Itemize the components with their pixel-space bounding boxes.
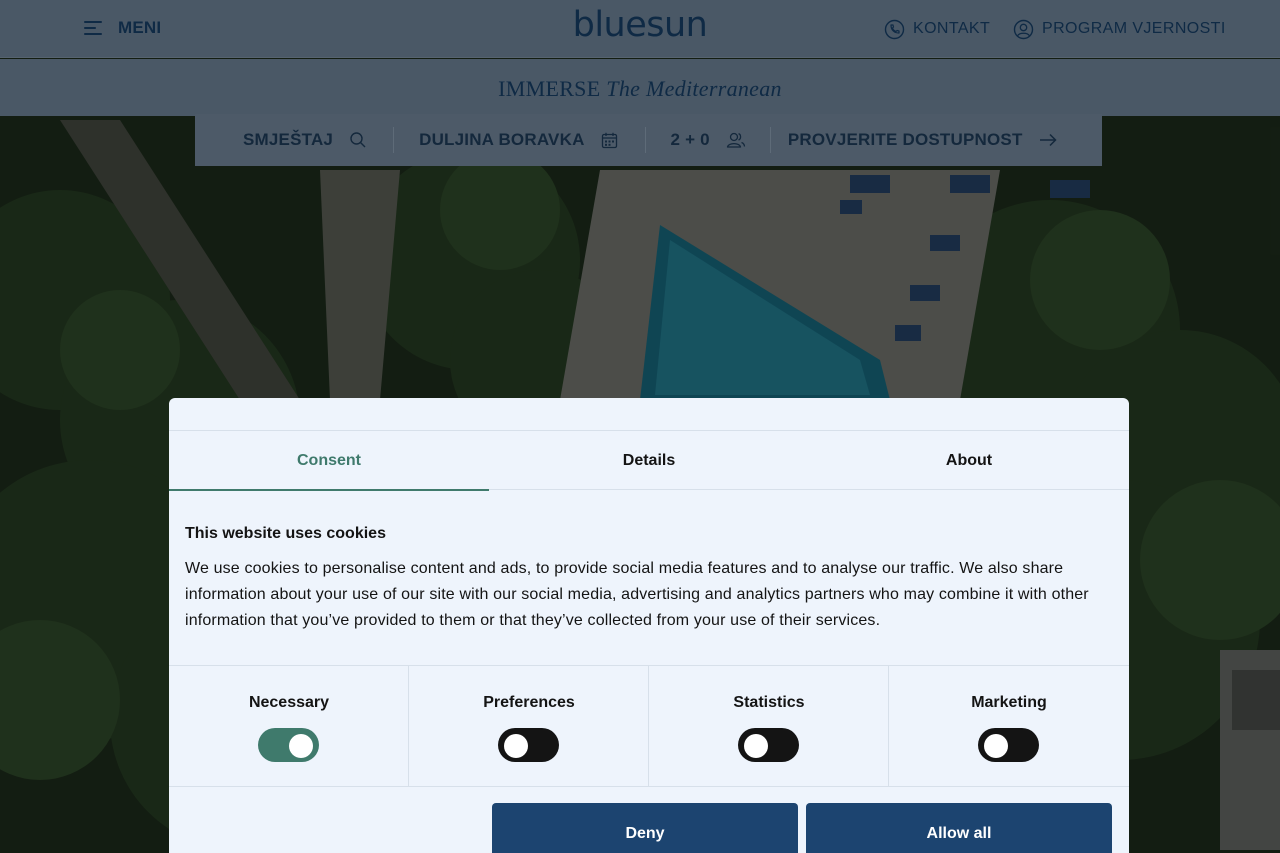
- user-circle-icon: [1013, 19, 1034, 39]
- tagline-prefix: IMMERSE: [498, 76, 601, 101]
- booking-bar: SMJEŠTAJ DULJINA BORAVKA 2 + 0 PROVJERIT…: [195, 114, 1102, 166]
- calendar-icon: [601, 132, 617, 148]
- cookie-consent-dialog: Consent Details About This website uses …: [169, 398, 1129, 853]
- cookie-category-preferences: Preferences: [409, 666, 649, 786]
- accommodation-label: SMJEŠTAJ: [243, 130, 334, 149]
- accommodation-selector[interactable]: SMJEŠTAJ: [243, 114, 367, 166]
- check-availability-label: PROVJERITE DOSTUPNOST: [787, 130, 1023, 149]
- cookie-dialog-description: We use cookies to personalise content an…: [185, 560, 1089, 629]
- booking-divider: [393, 127, 395, 153]
- booking-divider: [769, 127, 771, 153]
- preferences-toggle[interactable]: [498, 728, 559, 762]
- cookie-category-statistics: Statistics: [649, 666, 889, 786]
- toggle-knob: [744, 734, 768, 758]
- category-label-marketing: Marketing: [971, 694, 1047, 711]
- stay-length-label: DULJINA BORAVKA: [419, 130, 585, 149]
- statistics-toggle[interactable]: [738, 728, 799, 762]
- cookie-dialog-tabs: Consent Details About: [169, 430, 1129, 491]
- allow-all-button[interactable]: Allow all: [806, 803, 1112, 853]
- tagline-italic: The Mediterranean: [606, 76, 782, 101]
- cookie-category-marketing: Marketing: [889, 666, 1129, 786]
- logo-text: bluesun: [572, 5, 708, 45]
- site-header: MENI bluesun KONTAKT PROGRAM VJERNOSTI: [0, 0, 1280, 58]
- arrow-right-icon: [1039, 133, 1057, 147]
- check-availability-button[interactable]: PROVJERITE DOSTUPNOST: [788, 114, 1057, 166]
- users-icon: [726, 132, 745, 148]
- phone-icon: [884, 19, 905, 39]
- category-label-statistics: Statistics: [733, 694, 805, 711]
- site-tagline: IMMERSE The Mediterranean: [0, 76, 1280, 102]
- loyalty-program-label: PROGRAM VJERNOSTI: [1042, 20, 1226, 37]
- tab-details[interactable]: Details: [489, 431, 809, 490]
- contact-link[interactable]: KONTAKT: [884, 17, 990, 41]
- toggle-knob: [984, 734, 1008, 758]
- toggle-knob: [289, 734, 313, 758]
- deny-button[interactable]: Deny: [492, 803, 798, 853]
- guests-label: 2 + 0: [670, 130, 710, 149]
- cookie-category-necessary: Necessary: [169, 666, 409, 786]
- search-icon: [350, 132, 366, 148]
- necessary-toggle[interactable]: [258, 728, 319, 762]
- toggle-knob: [504, 734, 528, 758]
- cookie-category-toggles: Necessary Preferences Statistics Marketi…: [169, 665, 1129, 787]
- marketing-toggle[interactable]: [978, 728, 1039, 762]
- tab-about[interactable]: About: [809, 431, 1129, 490]
- tab-consent[interactable]: Consent: [169, 431, 489, 491]
- loyalty-program-link[interactable]: PROGRAM VJERNOSTI: [1013, 17, 1226, 41]
- guests-selector[interactable]: 2 + 0: [671, 114, 746, 166]
- stay-length-selector[interactable]: DULJINA BORAVKA: [419, 114, 617, 166]
- booking-divider: [644, 127, 646, 153]
- cookie-dialog-title: This website uses cookies: [185, 525, 386, 542]
- contact-label: KONTAKT: [913, 20, 991, 37]
- category-label-preferences: Preferences: [483, 694, 575, 711]
- category-label-necessary: Necessary: [248, 694, 330, 711]
